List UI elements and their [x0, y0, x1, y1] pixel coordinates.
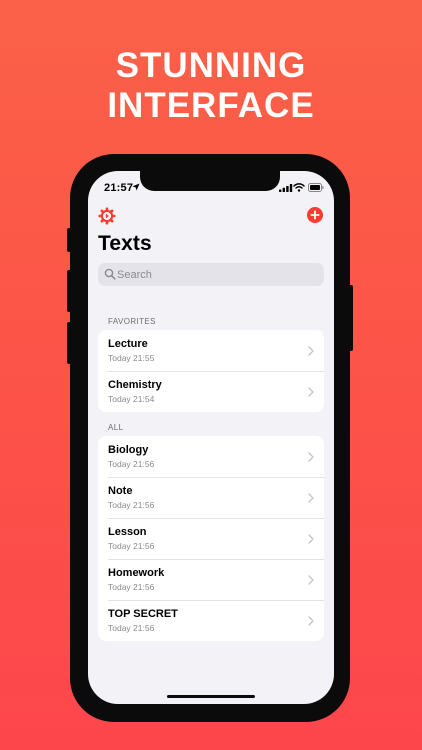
- list-item-title: Biology: [108, 444, 149, 456]
- list-item-timestamp: Today 21:56: [108, 500, 155, 510]
- list-item-lecture[interactable]: Lecture Today 21:55: [98, 330, 324, 371]
- list-item-timestamp: Today 21:56: [108, 459, 155, 469]
- list-item-title: Homework: [108, 567, 165, 579]
- list-item-title: TOP SECRET: [108, 608, 178, 620]
- chevron-right-icon: [308, 575, 314, 585]
- list-item-title: Lecture: [108, 338, 148, 350]
- chevron-right-icon: [308, 387, 314, 397]
- location-icon: [132, 183, 140, 191]
- list-item-title: Lesson: [108, 526, 147, 538]
- list-item-lesson[interactable]: Lesson Today 21:56: [98, 518, 324, 559]
- favorites-list: Lecture Today 21:55 Chemistry Today 21:5…: [98, 330, 324, 412]
- chevron-right-icon: [308, 616, 314, 626]
- section-header-all: ALL: [108, 423, 124, 432]
- all-list: Biology Today 21:56 Note Today 21:56 Les…: [98, 436, 324, 641]
- list-item-timestamp: Today 21:56: [108, 623, 155, 633]
- gear-icon[interactable]: [98, 207, 116, 225]
- chevron-right-icon: [308, 346, 314, 356]
- headline-line-1: STUNNING: [115, 46, 307, 85]
- phone-notch: [140, 171, 280, 191]
- chevron-right-icon: [308, 452, 314, 462]
- headline-line-2: INTERFACE: [107, 86, 315, 125]
- list-item-title: Chemistry: [108, 379, 162, 391]
- search-icon: [104, 268, 116, 280]
- list-item-title: Note: [108, 485, 133, 497]
- list-item-timestamp: Today 21:56: [108, 582, 155, 592]
- section-header-favorites: FAVORITES: [108, 317, 156, 326]
- list-item-timestamp: Today 21:56: [108, 541, 155, 551]
- chevron-right-icon: [308, 493, 314, 503]
- list-item-chemistry[interactable]: Chemistry Today 21:54: [98, 371, 324, 412]
- status-time: 21:57: [104, 182, 134, 194]
- battery-icon: [308, 183, 324, 192]
- list-item-timestamp: Today 21:55: [108, 353, 155, 363]
- signal-icon: [279, 184, 293, 192]
- list-item-biology[interactable]: Biology Today 21:56: [98, 436, 324, 477]
- chevron-right-icon: [308, 534, 314, 544]
- wifi-icon: [293, 183, 305, 192]
- list-item-top-secret[interactable]: TOP SECRET Today 21:56: [98, 600, 324, 641]
- search-input[interactable]: [117, 263, 317, 286]
- plus-circle-icon[interactable]: [307, 207, 323, 223]
- page-title: Texts: [98, 232, 152, 255]
- list-item-homework[interactable]: Homework Today 21:56: [98, 559, 324, 600]
- list-item-note[interactable]: Note Today 21:56: [98, 477, 324, 518]
- search-bar[interactable]: [98, 263, 324, 286]
- home-indicator[interactable]: [167, 695, 255, 698]
- phone-screen: 21:57 Texts Search FAVORITES Lecture Tod…: [88, 171, 334, 704]
- list-item-timestamp: Today 21:54: [108, 394, 155, 404]
